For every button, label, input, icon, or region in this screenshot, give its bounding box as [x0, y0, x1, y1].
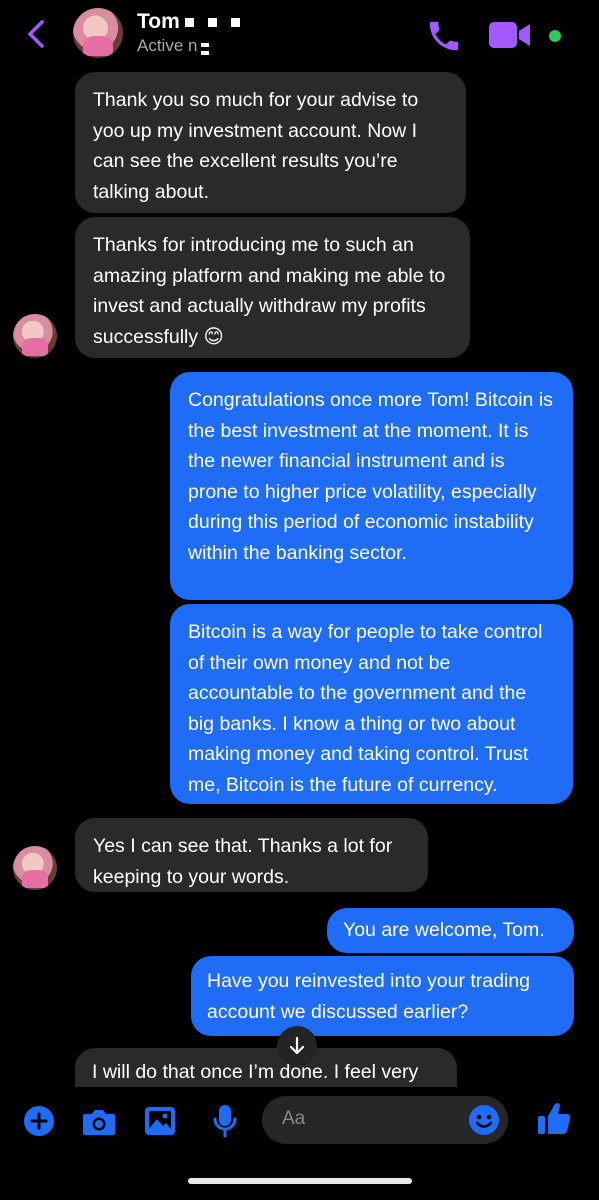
message-text: Have you reinvested into your trading ac… — [207, 970, 531, 1023]
message-input-placeholder: Aa — [282, 1108, 306, 1129]
video-icon[interactable] — [488, 20, 532, 50]
scroll-down-icon — [289, 1036, 305, 1055]
message-bubble-outgoing[interactable]: Have you reinvested into your trading ac… — [191, 956, 574, 1036]
message-bubble-incoming[interactable]: Thank you so much for your advise to yoo… — [75, 72, 466, 213]
contact-avatar[interactable] — [73, 8, 123, 58]
microphone-icon[interactable] — [212, 1104, 238, 1138]
message-bubble-incoming[interactable]: Thanks for introducing me to such an ama… — [75, 217, 470, 358]
message-text: I will do that once I’m done. I feel ver… — [92, 1061, 419, 1083]
contact-name-text: Tom — [137, 10, 180, 33]
phone-icon[interactable] — [425, 17, 463, 55]
message-bubble-outgoing[interactable]: Congratulations once more Tom! Bitcoin i… — [170, 372, 573, 600]
active-status: Active n — [137, 36, 210, 56]
sender-avatar[interactable] — [13, 314, 57, 358]
message-bubble-incoming[interactable]: Yes I can see that. Thanks a lot for kee… — [75, 818, 428, 892]
chat-header: Tom Active n — [0, 0, 599, 70]
message-text: Thanks for introducing me to such an ama… — [93, 234, 446, 348]
message-text: Yes I can see that. Thanks a lot for kee… — [93, 835, 393, 888]
emoji-icon[interactable] — [468, 1104, 500, 1136]
thumbs-up-icon[interactable] — [536, 1101, 572, 1137]
online-dot-icon — [549, 30, 561, 42]
camera-icon[interactable] — [81, 1106, 117, 1138]
redaction-mark — [184, 17, 194, 27]
redaction-mark — [230, 17, 240, 27]
back-chevron-icon[interactable] — [22, 16, 52, 52]
message-input[interactable]: Aa — [262, 1096, 508, 1144]
scroll-to-bottom-button[interactable] — [277, 1026, 317, 1066]
message-bubble-outgoing[interactable]: Bitcoin is a way for people to take cont… — [170, 604, 573, 804]
message-bubble-outgoing[interactable]: You are welcome, Tom. — [327, 908, 574, 953]
sender-avatar[interactable] — [13, 846, 57, 890]
redaction-mark — [207, 17, 217, 27]
contact-name[interactable]: Tom — [137, 10, 240, 34]
message-text: Congratulations once more Tom! Bitcoin i… — [188, 389, 553, 564]
message-text: Bitcoin is a way for people to take cont… — [188, 621, 543, 796]
message-text: Thank you so much for your advise to yoo… — [93, 89, 419, 203]
plus-icon[interactable] — [23, 1105, 55, 1137]
image-icon[interactable] — [144, 1106, 176, 1136]
home-indicator — [188, 1178, 412, 1184]
message-bubble-incoming[interactable]: I will do that once I’m done. I feel ver… — [75, 1048, 457, 1087]
message-text: You are welcome, Tom. — [343, 919, 545, 941]
redaction-mark — [201, 38, 210, 55]
